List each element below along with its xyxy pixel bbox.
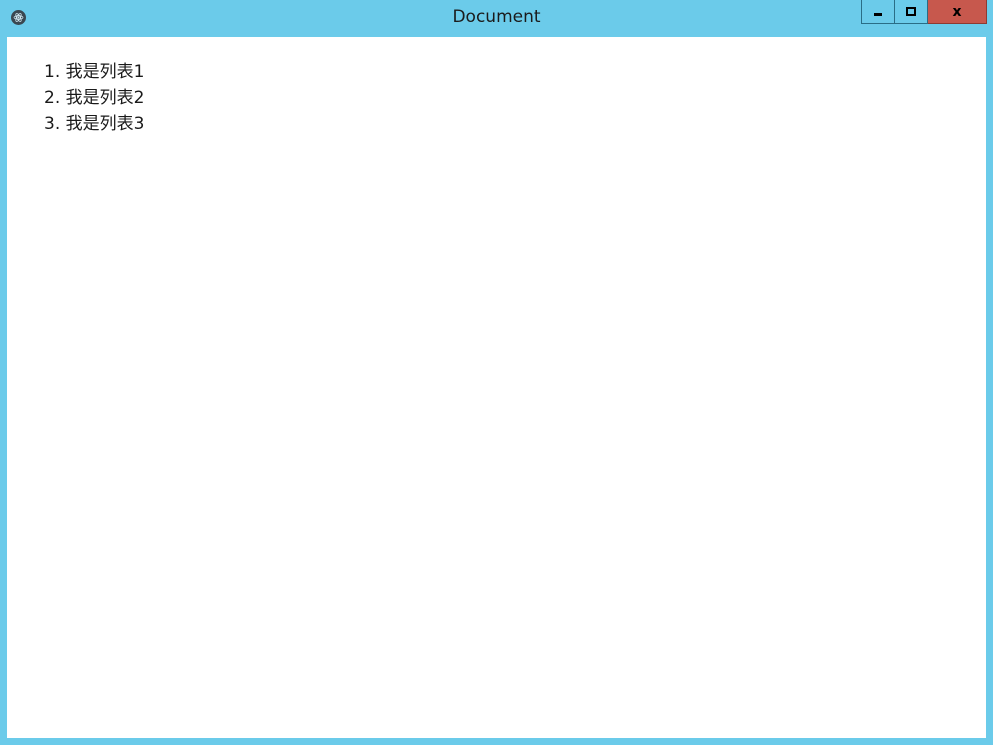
list-item: 3. 我是列表3 bbox=[44, 111, 144, 137]
maximize-icon bbox=[906, 2, 916, 21]
title-bar[interactable]: Document x bbox=[0, 0, 993, 36]
list-item: 1. 我是列表1 bbox=[44, 59, 144, 85]
minimize-button[interactable] bbox=[861, 0, 895, 24]
maximize-button[interactable] bbox=[895, 0, 928, 24]
list-marker: 1. bbox=[44, 62, 61, 82]
list-item-text: 我是列表3 bbox=[65, 114, 145, 134]
close-icon: x bbox=[952, 3, 962, 20]
close-button[interactable]: x bbox=[928, 0, 987, 24]
list-item-text: 我是列表1 bbox=[65, 62, 145, 82]
window-controls: x bbox=[861, 0, 987, 25]
content-area: 1. 我是列表1 2. 我是列表2 3. 我是列表3 bbox=[7, 37, 986, 738]
ordered-list: 1. 我是列表1 2. 我是列表2 3. 我是列表3 bbox=[44, 59, 144, 137]
list-item: 2. 我是列表2 bbox=[44, 85, 144, 111]
list-marker: 3. bbox=[44, 114, 61, 134]
list-item-text: 我是列表2 bbox=[65, 88, 145, 108]
list-marker: 2. bbox=[44, 88, 61, 108]
window-title: Document bbox=[452, 7, 541, 27]
minimize-icon bbox=[873, 2, 883, 21]
app-window: Document x 1. 我是列表1 2. 我是列表2 3. 我是列表3 bbox=[0, 0, 993, 745]
